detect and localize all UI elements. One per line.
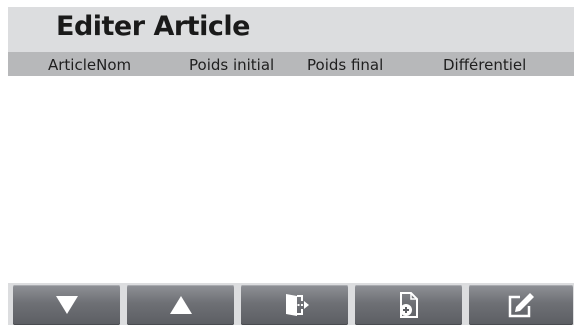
column-header-final-weight: Poids final <box>307 56 384 74</box>
arrow-down-icon <box>55 295 79 315</box>
arrow-up-icon <box>169 295 193 315</box>
title-bar: Editer Article <box>8 7 574 52</box>
add-article-button[interactable] <box>355 285 462 325</box>
scroll-up-button[interactable] <box>127 285 234 325</box>
column-header-initial-weight: Poids initial <box>189 56 275 74</box>
column-header-differential: Différentiel <box>443 56 527 74</box>
page-title: Editer Article <box>56 11 250 42</box>
edit-article-button[interactable] <box>469 285 573 325</box>
button-bar <box>8 283 574 325</box>
article-list[interactable] <box>8 76 574 283</box>
add-file-icon <box>396 291 422 319</box>
exit-button[interactable] <box>241 285 348 325</box>
exit-icon <box>280 292 310 318</box>
edit-icon <box>506 291 536 319</box>
scroll-down-button[interactable] <box>13 285 120 325</box>
column-header-article-name: ArticleNom <box>48 56 132 74</box>
table-header: ArticleNom Poids initial Poids final Dif… <box>8 52 574 76</box>
screen: Editer Article ArticleNom Poids initial … <box>8 7 574 325</box>
